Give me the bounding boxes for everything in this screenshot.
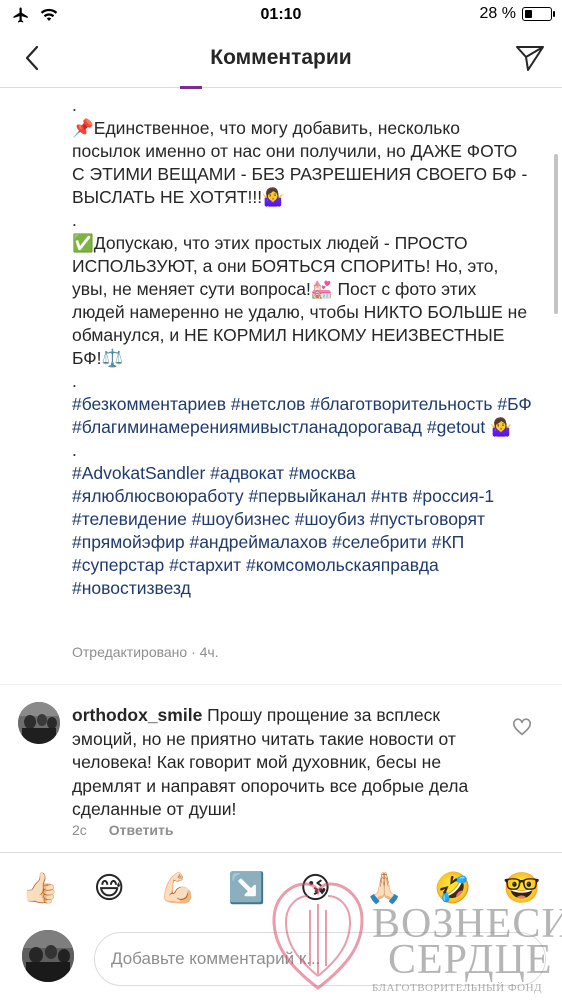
emoji-nerd-button[interactable]: 🤓 (502, 869, 542, 909)
comment-input[interactable] (94, 932, 546, 986)
status-time: 01:10 (260, 6, 302, 23)
emoji-quick-bar: 👍🏻 😅 💪🏻 ↘️ 😘 🙏🏻 🤣 🤓 (0, 852, 562, 924)
caption-dot-2: . (72, 210, 77, 230)
comment-text: orthodox_smile Прошу прощение за всплеск… (72, 704, 492, 822)
caption-dot-3: . (72, 371, 77, 391)
emoji-flexed-biceps-button[interactable]: 💪🏻 (158, 869, 198, 909)
scrollbar[interactable] (554, 154, 558, 314)
nav-bar: Комментарии (0, 30, 562, 88)
like-comment-button[interactable] (512, 718, 532, 738)
status-right: 28 % (479, 5, 555, 23)
battery-percent: 28 % (479, 5, 516, 22)
caption-paragraph-1: 📌Единственное, что могу добавить, нескол… (72, 118, 533, 207)
divider (0, 684, 562, 685)
emoji-folded-hands-button[interactable]: 🙏🏻 (364, 869, 404, 909)
caption-edited-meta: Отредактировано · 4ч. (72, 644, 219, 660)
comment-meta: 2с Ответить (72, 822, 174, 838)
comment-username[interactable]: orthodox_smile (72, 705, 202, 725)
battery-icon (522, 7, 555, 21)
comment-time: 2с (72, 822, 87, 838)
caption-dot-1: . (72, 95, 77, 115)
emoji-kissing-heart-button[interactable]: 😘 (295, 869, 335, 909)
page-title: Комментарии (210, 46, 352, 69)
hashtags-block-2[interactable]: #AdvokatSandler #адвокат #москва #ялюблю… (72, 462, 532, 600)
heart-icon (512, 718, 532, 740)
my-avatar (22, 930, 74, 982)
emoji-rofl-button[interactable]: 🤣 (433, 869, 473, 909)
reply-button[interactable]: Ответить (109, 822, 174, 838)
direct-send-button[interactable] (512, 42, 548, 78)
status-bar: 01:10 28 % (0, 0, 562, 30)
direct-send-icon (515, 44, 545, 77)
caption-paragraph-2: ✅Допускаю, что этих простых людей - ПРОС… (72, 233, 532, 368)
emoji-sweat-smile-button[interactable]: 😅 (89, 869, 129, 909)
hashtags-block-1[interactable]: #безкомментариев #нетслов #благотворител… (72, 393, 532, 439)
emoji-thumbs-up-button[interactable]: 👍🏻 (20, 869, 60, 909)
avatar[interactable] (18, 702, 60, 744)
emoji-arrow-down-right-button[interactable]: ↘️ (227, 869, 267, 909)
caption-dot-4: . (72, 440, 77, 460)
battery-fill (525, 10, 532, 18)
post-caption: . 📌Единственное, что могу добавить, неск… (72, 94, 532, 600)
tab-indicator (180, 86, 202, 89)
